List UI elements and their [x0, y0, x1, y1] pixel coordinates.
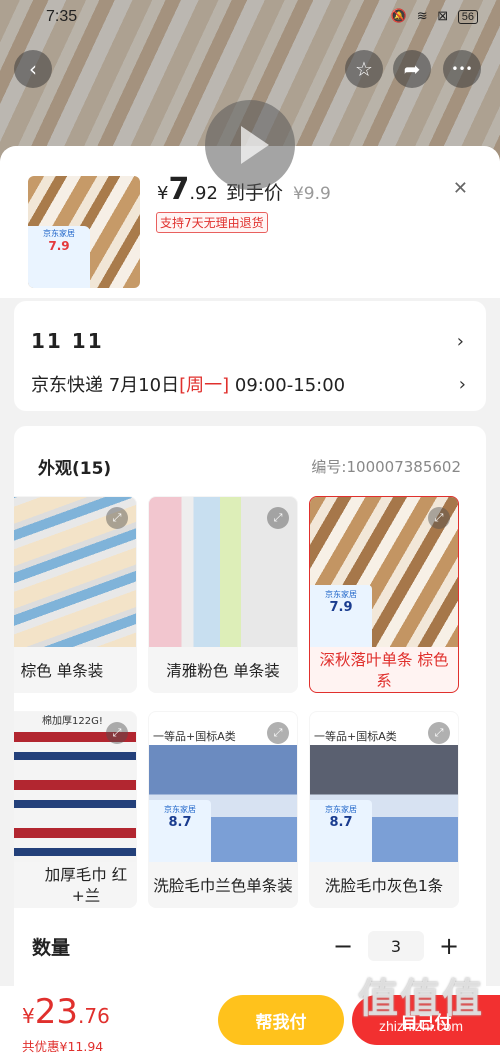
- delivery-time-row[interactable]: 京东快递 7月10日[周一] 09:00-15:00 ›: [31, 371, 466, 397]
- more-icon: •••: [451, 62, 473, 76]
- spec-option-tile[interactable]: ⤢ 清雅粉色 单条装: [148, 496, 298, 693]
- promo-badge-title: 京东家居: [43, 229, 75, 238]
- option-label: 加厚毛巾 红+兰: [44, 866, 128, 905]
- promo-badge-title: 京东家居: [164, 805, 196, 814]
- expand-icon[interactable]: ⤢: [267, 507, 289, 529]
- favorite-button[interactable]: ☆: [345, 50, 383, 88]
- price-integer: 7: [168, 172, 190, 207]
- delivery-info: 京东快递 7月10日[周一] 09:00-15:00: [31, 371, 345, 397]
- delivery-date: 7月10日: [108, 375, 180, 396]
- option-label: 深秋落叶单条 棕色系: [319, 651, 449, 690]
- option-label: 棕色 单条装: [20, 661, 104, 680]
- more-button[interactable]: •••: [443, 50, 481, 88]
- spec-option-tile[interactable]: 一等品+国标A类 京东家居 8.7 ⤢ 洗脸毛巾灰色1条: [309, 711, 459, 908]
- promo-badge-title: 京东家居: [325, 590, 357, 599]
- spec-selection-card: 外观(15) 编号:100007385602 ⤢ 棕色 单条装 ⤢ 清雅粉色 单…: [14, 426, 486, 1056]
- delivery-time-window: 09:00-15:00: [234, 375, 346, 396]
- status-icons-glyphs: 🔕 ≋ ⊠: [390, 8, 452, 23]
- promo-badge: 京东家居 8.7: [310, 800, 372, 862]
- delivery-card[interactable]: 11 11 › 京东快递 7月10日[周一] 09:00-15:00 ›: [14, 301, 486, 411]
- original-price: ¥9.9: [292, 184, 331, 204]
- help-me-pay-button[interactable]: 帮我付: [218, 995, 344, 1045]
- expand-icon[interactable]: ⤢: [106, 722, 128, 744]
- chevron-right-icon: ›: [458, 373, 466, 395]
- quantity-input[interactable]: 3: [368, 931, 424, 961]
- back-icon: ‹: [29, 57, 37, 81]
- promo-badge-price: 8.7: [168, 815, 192, 830]
- address-row[interactable]: 11 11 ›: [31, 329, 466, 353]
- product-code: 编号:100007385602: [311, 458, 461, 476]
- delivery-weekday: [周一]: [179, 375, 230, 396]
- promo-badge-price: 7.9: [329, 600, 353, 615]
- address-text: 11 11: [31, 329, 104, 353]
- total-decimal: .76: [78, 1004, 110, 1028]
- share-button[interactable]: ➦: [393, 50, 431, 88]
- purchase-sheet: 京东家居 7.9 ¥ 7 .92 到手价 ¥9.9 支持7天无理由退货 ✕ 11…: [0, 146, 500, 1056]
- spec-option-tile[interactable]: 棉加厚122G! ⤢ 加厚毛巾 红+兰: [14, 711, 137, 908]
- close-icon[interactable]: ✕: [453, 178, 468, 199]
- total-price: ¥ 23 .76: [22, 992, 110, 1032]
- decrease-button[interactable]: −: [328, 932, 358, 960]
- status-icons: 🔕 ≋ ⊠ 56: [391, 8, 478, 24]
- option-image-caption: 棉加厚122G!: [42, 716, 103, 727]
- option-image-caption: 一等品+国标A类: [153, 730, 236, 743]
- expand-icon[interactable]: ⤢: [428, 507, 450, 529]
- delivery-carrier: 京东快递: [31, 375, 103, 396]
- spec-option-tile[interactable]: ⤢ 棕色 单条装: [14, 496, 137, 693]
- option-label: 洗脸毛巾灰色1条: [324, 876, 444, 895]
- total-integer: 23: [34, 992, 78, 1032]
- spec-options-grid: ⤢ 棕色 单条装 ⤢ 清雅粉色 单条装 京东家居 7.9 ⤢ 深秋落叶单条 棕色…: [14, 496, 486, 916]
- promo-badge-title: 京东家居: [325, 805, 357, 814]
- back-button[interactable]: ‹: [14, 50, 52, 88]
- quantity-row: 数量 − 3 +: [32, 931, 464, 961]
- spec-option-tile-selected[interactable]: 京东家居 7.9 ⤢ 深秋落叶单条 棕色系: [309, 496, 459, 693]
- quantity-stepper[interactable]: − 3 +: [328, 931, 464, 961]
- share-icon: ➦: [403, 57, 421, 81]
- quantity-label: 数量: [32, 936, 71, 959]
- expand-icon[interactable]: ⤢: [106, 507, 128, 529]
- promo-badge: 京东家居 7.9: [310, 585, 372, 647]
- spec-title: 外观(15): [38, 459, 112, 479]
- product-thumbnail[interactable]: 京东家居 7.9: [28, 176, 140, 288]
- star-icon: ☆: [355, 57, 373, 81]
- option-label: 清雅粉色 单条装: [166, 661, 280, 680]
- option-label: 洗脸毛巾兰色单条装: [153, 876, 293, 895]
- expand-icon[interactable]: ⤢: [428, 722, 450, 744]
- status-time: 7:35: [46, 8, 78, 25]
- site-watermark: 值值值 zhizhizhi.com: [346, 966, 496, 1056]
- price-decimal: .92: [189, 183, 218, 204]
- status-bar: 7:35 🔕 ≋ ⊠ 56: [0, 0, 500, 34]
- price-currency: ¥: [157, 183, 169, 204]
- promo-badge: 京东家居 8.7: [149, 800, 211, 862]
- watermark-logo: 值值值: [358, 977, 484, 1021]
- increase-button[interactable]: +: [434, 932, 464, 960]
- option-image-caption: 一等品+国标A类: [314, 730, 397, 743]
- promo-badge-price: 8.7: [329, 815, 353, 830]
- expand-icon[interactable]: ⤢: [267, 722, 289, 744]
- return-policy-tag: 支持7天无理由退货: [156, 212, 268, 233]
- chevron-right-icon: ›: [456, 330, 466, 352]
- total-saving: 共优惠¥11.94: [22, 1039, 104, 1054]
- promo-badge-price: 7.9: [48, 239, 70, 253]
- battery-icon: 56: [457, 10, 478, 24]
- total-currency: ¥: [22, 1004, 35, 1028]
- spec-option-tile[interactable]: 一等品+国标A类 京东家居 8.7 ⤢ 洗脸毛巾兰色单条装: [148, 711, 298, 908]
- play-video-icon[interactable]: [205, 100, 295, 190]
- promo-badge: 京东家居 7.9: [28, 226, 90, 288]
